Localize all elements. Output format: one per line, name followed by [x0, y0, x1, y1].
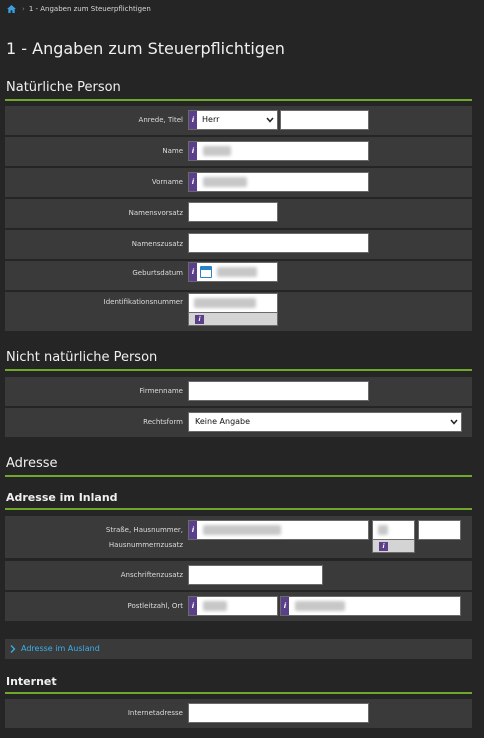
section-title-non-natural-person: Nicht natürliche Person: [6, 350, 158, 365]
rechtsform-select[interactable]: Keine Angabe: [188, 412, 462, 432]
ort-input[interactable]: i: [280, 596, 461, 616]
row-namensvorsatz: Namensvorsatz: [5, 199, 472, 228]
row-identifikationsnummer: Identifikationsnummer i: [5, 292, 472, 331]
redacted-value: [295, 601, 345, 611]
section-divider: [5, 475, 472, 477]
chevron-right-icon: [10, 645, 16, 653]
internetadresse-label: Internetadresse: [127, 709, 183, 717]
redacted-value: [203, 601, 227, 611]
info-icon[interactable]: i: [189, 111, 197, 129]
info-icon[interactable]: i: [195, 315, 204, 324]
redacted-value: [217, 267, 257, 277]
row-anschriftenzusatz: Anschriftenzusatz: [5, 561, 472, 590]
redacted-value: [378, 525, 388, 535]
section-title-adresse: Adresse: [6, 456, 58, 471]
page-title: 1 - Angaben zum Steuerpflichtigen: [6, 39, 285, 58]
section-title-natural-person: Natürliche Person: [6, 80, 121, 95]
row-vorname: Vorname i: [5, 168, 472, 197]
chevron-down-icon: [450, 419, 458, 425]
redacted-value: [203, 177, 247, 187]
vorname-input[interactable]: i: [188, 172, 369, 192]
adresse-im-ausland-link[interactable]: Adresse im Ausland: [21, 644, 100, 653]
namenszusatz-input[interactable]: [188, 233, 369, 253]
subsection-title-inland: Adresse im Inland: [6, 491, 118, 504]
redacted-value: [203, 525, 281, 535]
row-internetadresse: Internetadresse: [5, 699, 472, 728]
anrede-select[interactable]: i Herr: [188, 110, 278, 130]
hausnummernzusatz-input[interactable]: [418, 520, 461, 540]
row-namenszusatz: Namenszusatz: [5, 230, 472, 259]
row-plz-ort: Postleitzahl, Ort i i: [5, 592, 472, 621]
redacted-value: [203, 146, 231, 156]
hausnummer-info: i: [372, 540, 415, 553]
name-input[interactable]: i: [188, 141, 369, 161]
identifikationsnummer-label: Identifikationsnummer: [103, 298, 183, 306]
anrede-value: Herr: [202, 115, 220, 124]
section-title-internet: Internet: [6, 675, 57, 688]
subsection-divider: [5, 508, 472, 510]
postleitzahl-input[interactable]: i: [188, 596, 278, 616]
identifikationsnummer-input[interactable]: [188, 293, 278, 313]
firmenname-input[interactable]: [188, 381, 369, 401]
info-icon[interactable]: i: [189, 597, 197, 615]
geburtsdatum-label: Geburtsdatum: [132, 269, 183, 277]
titel-input[interactable]: [280, 110, 369, 130]
row-strasse: Straße, Hausnummer, Hausnummernzusatz i …: [5, 516, 472, 558]
info-icon[interactable]: i: [189, 263, 197, 281]
plz-ort-label: Postleitzahl, Ort: [127, 602, 183, 610]
namensvorsatz-label: Namensvorsatz: [128, 209, 183, 217]
info-icon[interactable]: i: [189, 142, 197, 160]
strasse-input[interactable]: i: [188, 520, 369, 540]
hausnummernzusatz-label: Hausnummernzusatz: [108, 541, 183, 549]
hausnummer-input[interactable]: [372, 520, 415, 540]
anschriftenzusatz-label: Anschriftenzusatz: [120, 571, 183, 579]
row-firmenname: Firmenname: [5, 377, 472, 406]
home-icon[interactable]: [7, 5, 16, 13]
name-label: Name: [162, 147, 183, 155]
redacted-value: [194, 298, 256, 308]
vorname-label: Vorname: [151, 178, 183, 186]
strasse-label: Straße, Hausnummer,: [105, 526, 183, 534]
rechtsform-value: Keine Angabe: [195, 417, 251, 426]
row-rechtsform: Rechtsform Keine Angabe: [5, 408, 472, 437]
chevron-down-icon: [266, 117, 274, 123]
namensvorsatz-input[interactable]: [188, 202, 278, 222]
row-anrede-titel: Anrede, Titel i Herr: [5, 106, 472, 135]
section-divider: [5, 369, 472, 371]
info-icon[interactable]: i: [281, 597, 289, 615]
rechtsform-label: Rechtsform: [143, 418, 183, 426]
anrede-label: Anrede, Titel: [138, 116, 183, 124]
firmenname-label: Firmenname: [139, 387, 183, 395]
internetadresse-input[interactable]: [188, 703, 369, 723]
section-divider: [5, 692, 472, 694]
calendar-icon[interactable]: [200, 266, 212, 278]
info-icon[interactable]: i: [189, 173, 197, 191]
namenszusatz-label: Namenszusatz: [131, 240, 183, 248]
geburtsdatum-input[interactable]: i: [188, 262, 278, 282]
breadcrumb: › 1 - Angaben zum Steuerpflichtigen: [7, 3, 151, 15]
breadcrumb-separator-icon: ›: [22, 5, 25, 13]
breadcrumb-current[interactable]: 1 - Angaben zum Steuerpflichtigen: [29, 5, 151, 13]
adresse-im-ausland-toggle[interactable]: Adresse im Ausland: [5, 639, 472, 659]
row-geburtsdatum: Geburtsdatum i: [5, 261, 472, 290]
section-divider: [5, 99, 472, 101]
row-name: Name i: [5, 137, 472, 166]
identifikationsnummer-info: i: [188, 313, 278, 326]
anschriftenzusatz-input[interactable]: [188, 565, 323, 585]
info-icon[interactable]: i: [189, 521, 197, 539]
info-icon[interactable]: i: [379, 542, 388, 551]
